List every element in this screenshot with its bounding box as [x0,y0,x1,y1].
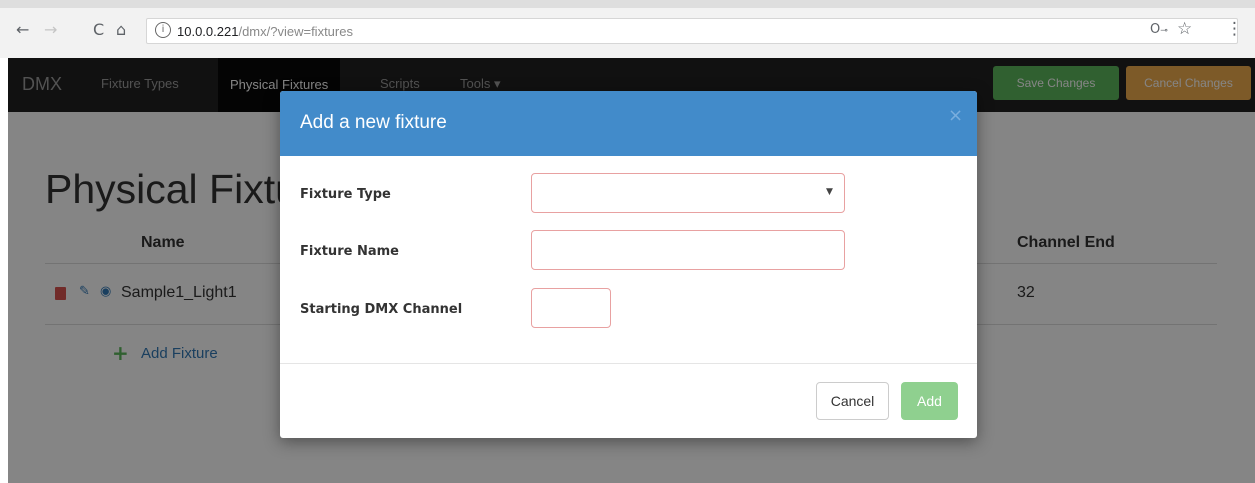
key-icon[interactable]: O⊸ [1150,22,1168,37]
modal-footer-divider [280,363,977,364]
tab-strip [0,0,1255,8]
info-icon[interactable]: i [155,22,171,38]
url-text[interactable]: 10.0.0.221/dmx/?view=fixtures [177,24,353,39]
fixture-name-input[interactable] [531,230,845,270]
forward-icon[interactable]: → [44,20,57,40]
add-fixture-modal: Add a new fixture × Fixture Type ▼ Fixtu… [280,91,977,438]
reload-icon[interactable]: C [93,20,104,40]
home-icon[interactable]: ⌂ [116,20,126,40]
url-path: /dmx/?view=fixtures [238,24,353,39]
back-icon[interactable]: ← [16,20,29,40]
starting-channel-input[interactable] [531,288,611,328]
close-icon[interactable]: × [948,105,963,126]
browser-toolbar: ← → C ⌂ i 10.0.0.221/dmx/?view=fixtures … [0,0,1255,58]
star-icon[interactable]: ☆ [1177,19,1192,39]
modal-title: Add a new fixture [300,112,447,133]
add-button[interactable]: Add [901,382,958,420]
fixture-name-label: Fixture Name [300,244,399,259]
menu-icon[interactable]: ⋮ [1226,19,1243,39]
cancel-button[interactable]: Cancel [816,382,889,420]
fixture-type-select[interactable] [531,173,845,213]
address-bar[interactable]: i 10.0.0.221/dmx/?view=fixtures [146,18,1238,44]
modal-header: Add a new fixture × [280,91,977,156]
fixture-type-label: Fixture Type [300,187,391,202]
starting-dmx-channel-label: Starting DMX Channel [300,302,463,317]
url-host: 10.0.0.221 [177,24,239,39]
